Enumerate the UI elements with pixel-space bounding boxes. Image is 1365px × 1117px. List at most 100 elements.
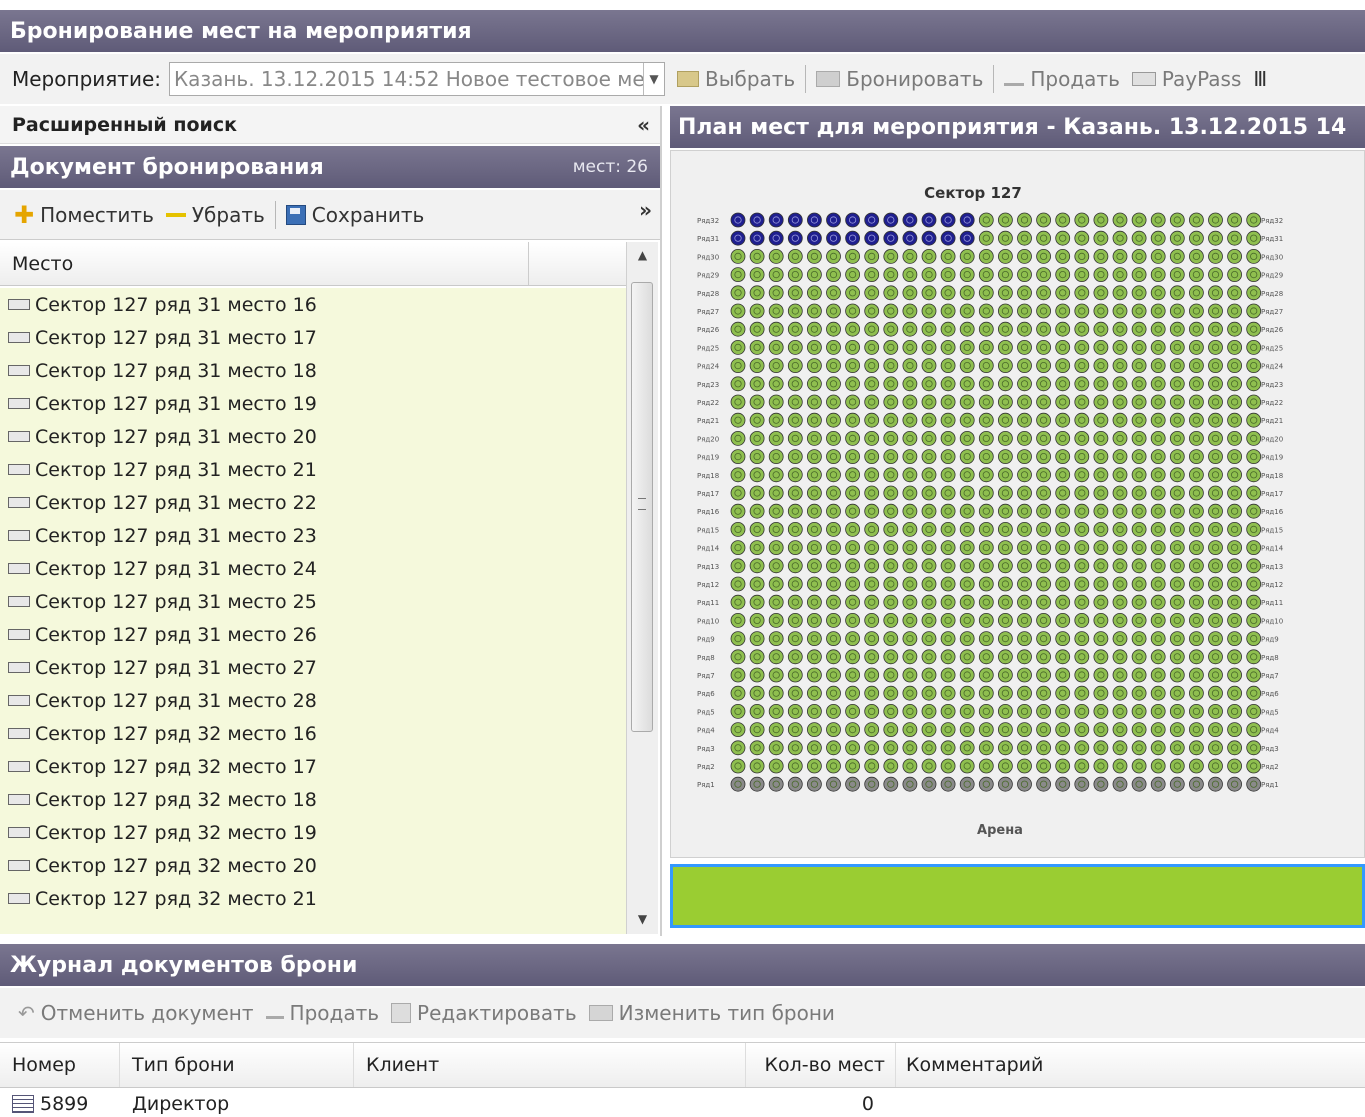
seat[interactable] <box>1036 521 1052 537</box>
seat[interactable] <box>940 594 956 610</box>
seat[interactable] <box>1017 230 1032 246</box>
seat[interactable] <box>845 740 861 756</box>
seat[interactable] <box>768 230 784 246</box>
scroll-up-icon[interactable]: ▲ <box>627 242 658 268</box>
seat[interactable] <box>959 594 975 610</box>
seat[interactable] <box>806 449 822 465</box>
seat[interactable] <box>940 503 956 519</box>
seat[interactable] <box>1112 339 1128 355</box>
seat[interactable] <box>921 740 937 756</box>
seat[interactable] <box>978 376 994 392</box>
seat[interactable] <box>997 449 1013 465</box>
seat[interactable] <box>1093 503 1109 519</box>
seat[interactable] <box>1093 540 1109 556</box>
seat[interactable] <box>826 467 841 483</box>
seat[interactable] <box>978 558 994 574</box>
seat[interactable] <box>1131 321 1147 337</box>
seat[interactable] <box>921 376 937 392</box>
seat[interactable] <box>940 321 956 337</box>
seat[interactable] <box>959 649 975 665</box>
seat[interactable] <box>1017 503 1032 519</box>
seat[interactable] <box>1036 321 1052 337</box>
collapse-icon[interactable]: « <box>637 113 650 137</box>
seat[interactable] <box>1055 285 1071 301</box>
seat[interactable] <box>1074 394 1090 410</box>
seat[interactable] <box>1074 612 1090 628</box>
seat[interactable] <box>1150 722 1166 737</box>
seat[interactable] <box>1246 485 1262 501</box>
seat[interactable] <box>959 230 975 246</box>
seat[interactable] <box>1055 631 1071 647</box>
seat[interactable] <box>902 285 918 301</box>
seat[interactable] <box>1189 267 1204 282</box>
seat[interactable] <box>826 649 841 665</box>
seat[interactable] <box>749 485 765 501</box>
seat[interactable] <box>1055 249 1071 264</box>
seat[interactable] <box>1169 412 1185 428</box>
seat[interactable] <box>1055 704 1071 719</box>
seat[interactable] <box>1017 776 1032 792</box>
journal-sell-button[interactable]: Продать <box>260 1001 386 1025</box>
seat[interactable] <box>730 540 746 556</box>
seat[interactable] <box>1055 230 1071 246</box>
seat[interactable] <box>1017 594 1032 610</box>
seat[interactable] <box>1093 249 1109 264</box>
seat[interactable] <box>806 339 822 355</box>
seat[interactable] <box>997 649 1013 665</box>
seat[interactable] <box>826 776 841 792</box>
seat[interactable] <box>806 412 822 428</box>
seat[interactable] <box>1074 230 1090 246</box>
seat[interactable] <box>806 230 822 246</box>
seat[interactable] <box>1036 376 1052 392</box>
seat[interactable] <box>1036 685 1052 701</box>
seat[interactable] <box>768 576 784 592</box>
seat[interactable] <box>997 358 1013 374</box>
seat[interactable] <box>997 667 1013 683</box>
seat[interactable] <box>1227 612 1242 628</box>
seat[interactable] <box>768 321 784 337</box>
seat[interactable] <box>921 267 937 282</box>
seat[interactable] <box>978 612 994 628</box>
seat[interactable] <box>826 212 841 228</box>
seat[interactable] <box>1036 576 1052 592</box>
seat[interactable] <box>1227 576 1242 592</box>
seat[interactable] <box>1227 212 1242 228</box>
seat[interactable] <box>883 704 899 719</box>
seat[interactable] <box>940 631 956 647</box>
seat[interactable] <box>1036 503 1052 519</box>
seat[interactable] <box>1017 576 1032 592</box>
seat[interactable] <box>1036 412 1052 428</box>
seat[interactable] <box>826 612 841 628</box>
more-icon[interactable]: » <box>639 198 652 222</box>
seat[interactable] <box>921 776 937 792</box>
seat[interactable] <box>845 685 861 701</box>
seat[interactable] <box>768 758 784 774</box>
seat[interactable] <box>806 358 822 374</box>
seat[interactable] <box>978 667 994 683</box>
seat[interactable] <box>1150 339 1166 355</box>
seat[interactable] <box>1169 249 1185 264</box>
seat[interactable] <box>787 303 803 319</box>
seat[interactable] <box>806 267 822 282</box>
seat[interactable] <box>1227 249 1242 264</box>
seat[interactable] <box>864 704 880 719</box>
seat[interactable] <box>1227 303 1242 319</box>
seat[interactable] <box>1112 321 1128 337</box>
seat[interactable] <box>1150 376 1166 392</box>
seat[interactable] <box>883 249 899 264</box>
seat[interactable] <box>959 339 975 355</box>
seat[interactable] <box>1227 267 1242 282</box>
seat[interactable] <box>826 704 841 719</box>
seat[interactable] <box>1246 776 1262 792</box>
seat[interactable] <box>787 485 803 501</box>
seat[interactable] <box>959 412 975 428</box>
seat[interactable] <box>1169 376 1185 392</box>
seat[interactable] <box>997 722 1013 737</box>
seat[interactable] <box>806 758 822 774</box>
seat[interactable] <box>1246 285 1262 301</box>
seat[interactable] <box>1093 594 1109 610</box>
seat[interactable] <box>1189 776 1204 792</box>
seat[interactable] <box>1093 685 1109 701</box>
seat[interactable] <box>1169 704 1185 719</box>
seat[interactable] <box>749 412 765 428</box>
